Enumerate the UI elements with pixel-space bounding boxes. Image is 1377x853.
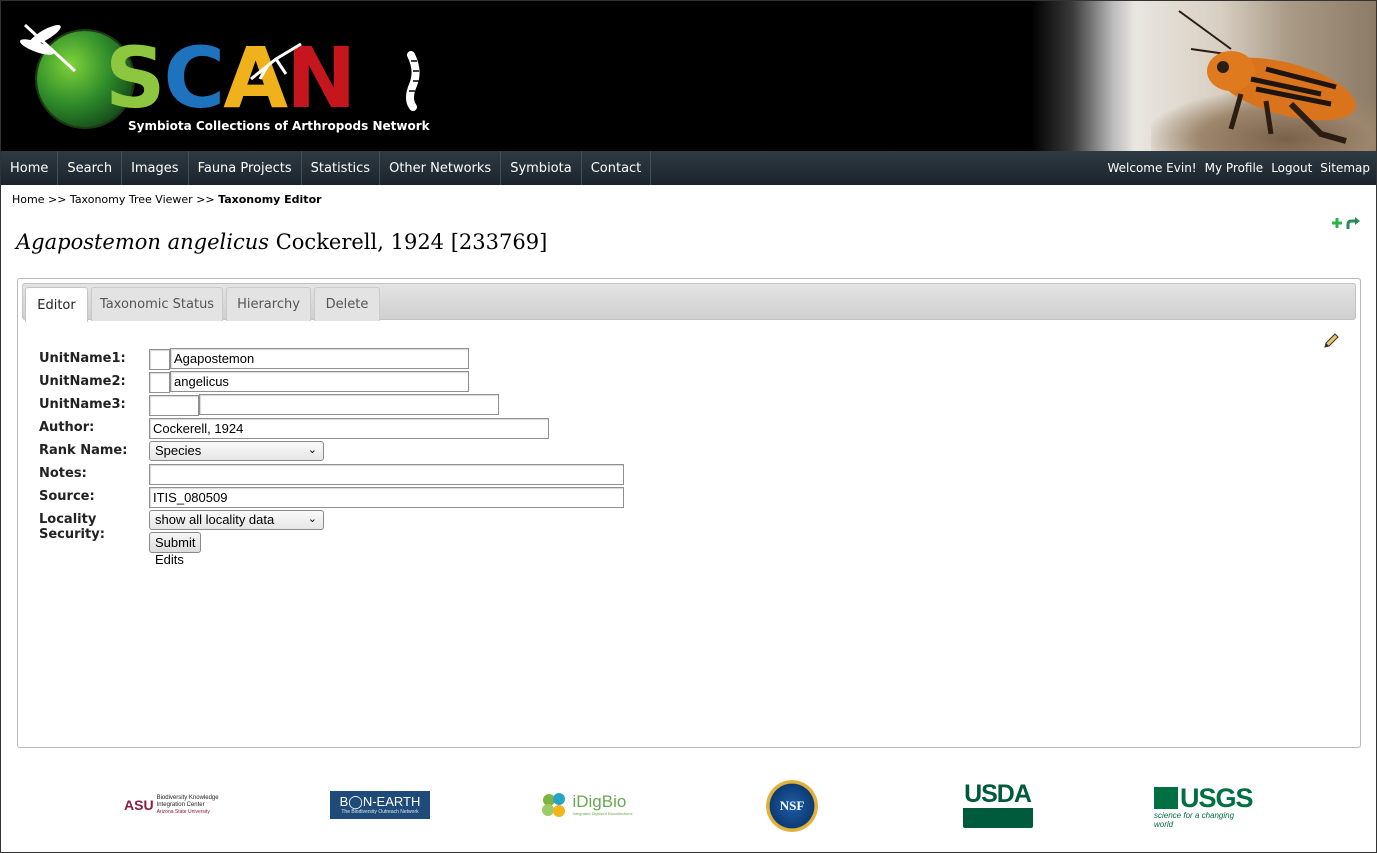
- caterpillar-icon: [406, 51, 420, 111]
- unitind1-input[interactable]: [149, 349, 170, 370]
- nav-symbiota[interactable]: Symbiota: [501, 151, 582, 185]
- welcome-text: Welcome Evin!: [1107, 161, 1197, 175]
- nsf-text: NSF: [779, 798, 805, 813]
- return-arrow-icon[interactable]: [1345, 216, 1361, 230]
- asu-sub: Arizona State University: [156, 808, 210, 815]
- nsf-logo[interactable]: NSF: [766, 780, 818, 832]
- unitname2-label: UnitName2:: [39, 374, 126, 389]
- taxon-id: [233769]: [450, 230, 548, 254]
- breadcrumb-current: Taxonomy Editor: [218, 193, 322, 206]
- bon-earth-text: B◯N-EARTH: [339, 794, 421, 809]
- breadcrumb: Home >> Taxonomy Tree Viewer >> Taxonomy…: [12, 193, 322, 206]
- locality-security-select[interactable]: show all locality data ⌄: [149, 510, 324, 530]
- scan-logo-text: SCAN: [105, 29, 356, 127]
- idigbio-sub: Integrated Digitized Biocollections: [572, 811, 633, 816]
- unitind2-input[interactable]: [149, 372, 170, 393]
- breadcrumb-home[interactable]: Home: [12, 193, 44, 206]
- grasshopper-image: [1178, 10, 1356, 144]
- unitname3-input[interactable]: [199, 394, 499, 415]
- author-input[interactable]: Cockerell, 1924: [149, 418, 549, 439]
- my-profile-link[interactable]: My Profile: [1205, 161, 1264, 175]
- logo-subtitle: Symbiota Collections of Arthropods Netwo…: [128, 119, 430, 133]
- nav-images[interactable]: Images: [122, 151, 189, 185]
- nav-contact[interactable]: Contact: [582, 151, 652, 185]
- usda-field-graphic: [962, 808, 1033, 828]
- plus-icon[interactable]: [1330, 216, 1344, 230]
- usgs-sub: science for a changing world: [1154, 811, 1235, 829]
- tab-bar: Editor Taxonomic Status Hierarchy Delete: [22, 283, 1356, 322]
- notes-label: Notes:: [39, 466, 87, 481]
- nav-statistics[interactable]: Statistics: [302, 151, 381, 185]
- idigbio-text: iDigBio: [572, 792, 627, 811]
- unitname1-row: UnitName1: Agapostemon: [39, 348, 739, 371]
- nav-other-networks[interactable]: Other Networks: [380, 151, 502, 185]
- bon-earth-logo[interactable]: B◯N-EARTH The Biodiversity Outreach Netw…: [330, 791, 430, 819]
- unitname1-input[interactable]: Agapostemon: [170, 348, 469, 369]
- rank-label: Rank Name:: [39, 443, 128, 458]
- footer-logos: ASU Biodiversity Knowledge Integration C…: [0, 775, 1377, 845]
- author-row: Author: Cockerell, 1924: [39, 418, 739, 440]
- tab-taxonomic-status[interactable]: Taxonomic Status: [91, 287, 223, 321]
- asu-mark: ASU: [124, 797, 154, 813]
- locality-label-line2: Security:: [39, 527, 105, 542]
- bon-earth-sub: The Biodiversity Outreach Network: [341, 809, 419, 815]
- nav-search[interactable]: Search: [58, 151, 123, 185]
- breadcrumb-separator: >>: [47, 193, 67, 206]
- rank-select[interactable]: Species ⌄: [149, 441, 324, 461]
- breadcrumb-tree-viewer[interactable]: Taxonomy Tree Viewer: [70, 193, 193, 206]
- unitind3-input[interactable]: [149, 395, 199, 416]
- logo-letter-s: S: [105, 29, 165, 127]
- source-label: Source:: [39, 489, 95, 504]
- unitname2-input[interactable]: angelicus: [170, 371, 469, 392]
- taxon-actions: [1330, 216, 1361, 230]
- asu-logo[interactable]: ASU Biodiversity Knowledge Integration C…: [124, 793, 234, 817]
- idigbio-logo[interactable]: iDigBio Integrated Digitized Biocollecti…: [535, 789, 637, 821]
- tab-delete[interactable]: Delete: [314, 287, 380, 321]
- locality-select-value: show all locality data: [155, 512, 275, 527]
- logout-link[interactable]: Logout: [1271, 161, 1312, 175]
- user-menu: Welcome Evin! My Profile Logout Sitemap: [1107, 151, 1376, 185]
- rank-row: Rank Name: Species ⌄: [39, 441, 739, 463]
- dragonfly-icon: [19, 23, 77, 73]
- usda-logo[interactable]: USDA: [962, 781, 1033, 829]
- usgs-text: USGS: [1180, 783, 1254, 813]
- chevron-down-icon: ⌄: [307, 444, 317, 456]
- header-banner: SCAN Symbiota Collections of Arthropods …: [1, 1, 1376, 151]
- chevron-down-icon: ⌄: [307, 513, 317, 525]
- submit-edits-button[interactable]: Submit Edits: [149, 532, 202, 567]
- unitname1-label: UnitName1:: [39, 351, 126, 366]
- usgs-wave-icon: [1154, 787, 1178, 809]
- rank-select-value: Species: [155, 443, 202, 458]
- idigbio-icon: [542, 793, 566, 817]
- editor-panel: Editor Taxonomic Status Hierarchy Delete…: [17, 278, 1361, 748]
- taxon-sciname: Agapostemon angelicus: [16, 230, 270, 254]
- asu-title: Biodiversity Knowledge Integration Cente…: [156, 794, 219, 808]
- pencil-icon[interactable]: [1322, 332, 1340, 350]
- taxon-author: Cockerell, 1924: [275, 230, 445, 254]
- nav-fauna-projects[interactable]: Fauna Projects: [189, 151, 302, 185]
- logo-letter-c: C: [163, 29, 226, 127]
- source-row: Source: ITIS_080509: [39, 487, 739, 509]
- locality-label-line1: Locality: [39, 512, 97, 527]
- sitemap-link[interactable]: Sitemap: [1320, 161, 1370, 175]
- notes-row: Notes:: [39, 464, 739, 486]
- unitname3-row: UnitName3:: [39, 394, 739, 417]
- locality-row: Locality Security: show all locality dat…: [39, 510, 739, 550]
- breadcrumb-separator: >>: [196, 193, 215, 206]
- unitname3-label: UnitName3:: [39, 397, 126, 412]
- notes-input[interactable]: [149, 464, 624, 485]
- nav-home[interactable]: Home: [1, 151, 59, 185]
- mantis-icon: [250, 42, 302, 81]
- author-label: Author:: [39, 420, 95, 435]
- locality-security-label: Locality Security:: [39, 512, 105, 542]
- usda-text: USDA: [964, 780, 1032, 808]
- tab-editor[interactable]: Editor: [25, 287, 88, 322]
- unitname2-row: UnitName2: angelicus: [39, 371, 739, 394]
- usgs-logo[interactable]: USGS science for a changing world: [1154, 783, 1254, 829]
- page-title: Agapostemon angelicus Cockerell, 1924 [2…: [16, 230, 547, 254]
- main-nav: Home Search Images Fauna Projects Statis…: [1, 151, 1376, 185]
- source-input[interactable]: ITIS_080509: [149, 487, 624, 508]
- tab-hierarchy[interactable]: Hierarchy: [226, 287, 311, 321]
